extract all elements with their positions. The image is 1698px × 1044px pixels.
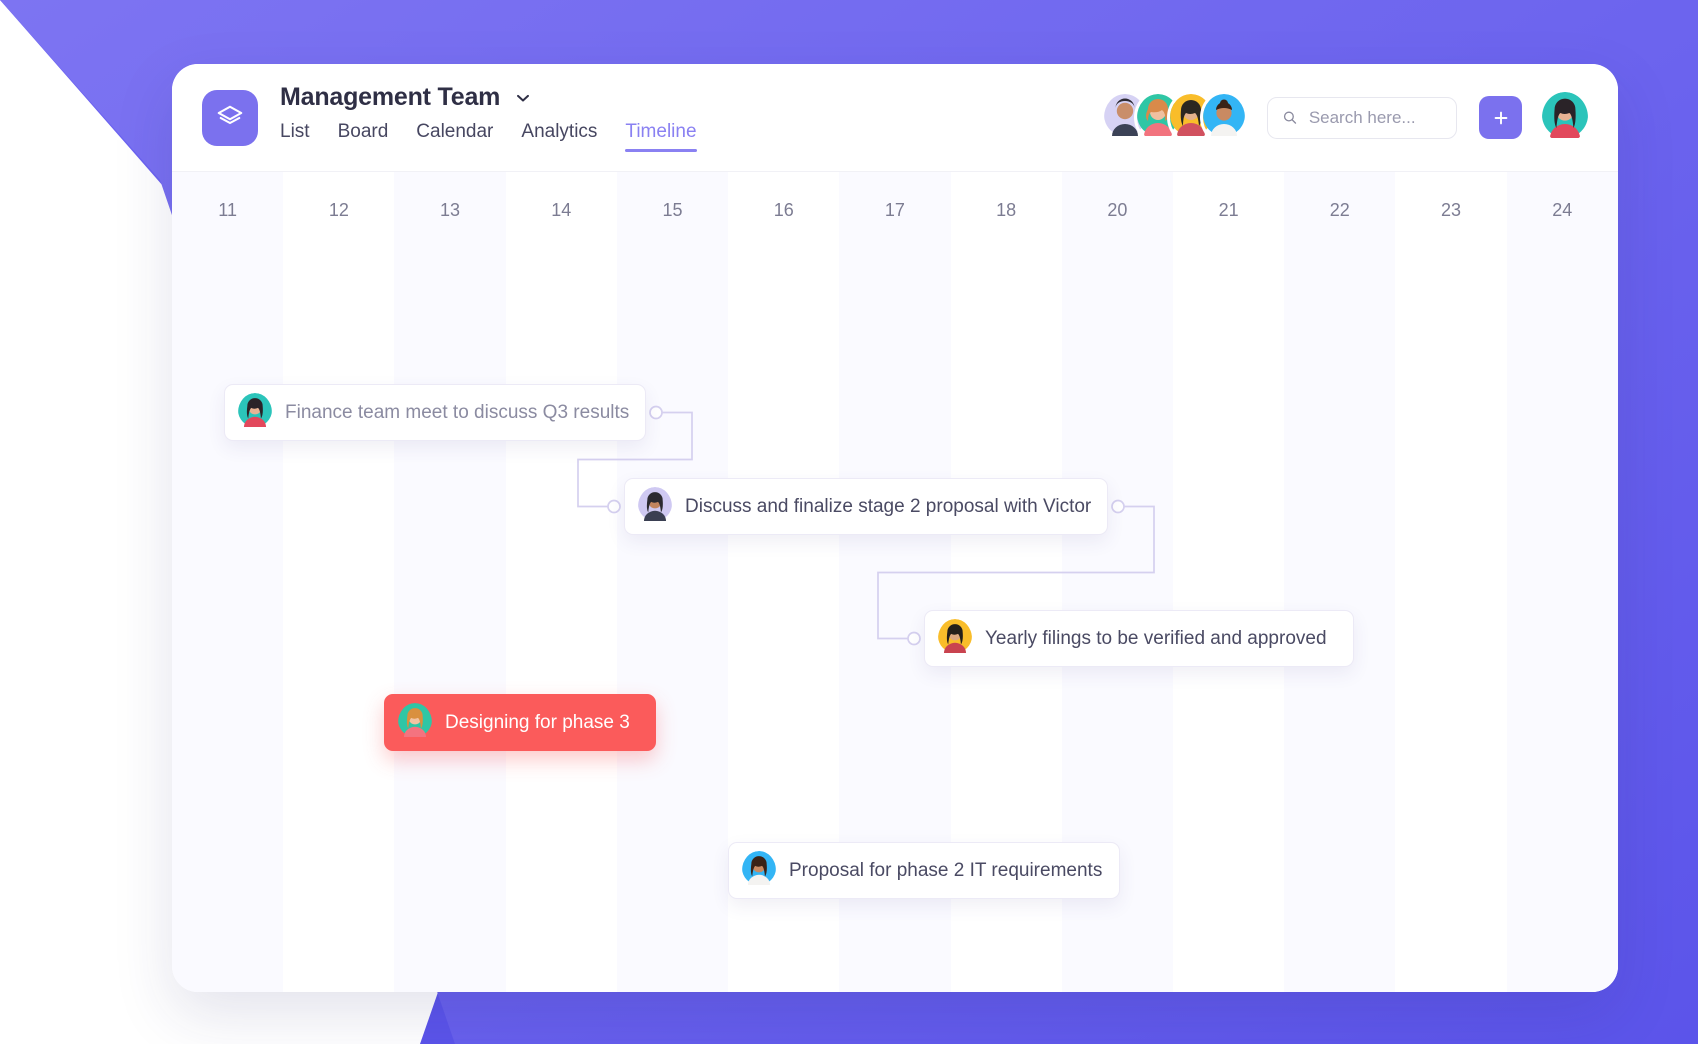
task-yearly-filings[interactable]: Yearly filings to be verified and approv…: [924, 610, 1354, 667]
timeline-canvas[interactable]: 11 12 13 14 15 16 17 18 20 21 22 23 24 Finance team …: [172, 172, 1618, 992]
search-icon: [1283, 111, 1297, 124]
tab-calendar[interactable]: Calendar: [416, 121, 493, 152]
header-actions: [1104, 92, 1588, 143]
plus-icon: [1494, 111, 1507, 124]
task-label: Finance team meet to discuss Q3 results: [285, 401, 630, 423]
app-window: Management Team List Board Calendar Anal…: [172, 64, 1618, 992]
member-avatar-4[interactable]: [1203, 94, 1245, 141]
tab-analytics[interactable]: Analytics: [521, 121, 597, 152]
task-finance-meet[interactable]: Finance team meet to discuss Q3 results: [224, 384, 646, 441]
task-avatar-stage2: [638, 487, 672, 526]
task-avatar-filings: [938, 619, 972, 658]
task-avatar-it: [742, 851, 776, 890]
task-label: Designing for phase 3: [445, 711, 630, 733]
search-box[interactable]: [1267, 96, 1457, 139]
add-button[interactable]: [1479, 96, 1522, 139]
task-label: Discuss and finalize stage 2 proposal wi…: [685, 495, 1092, 517]
task-phase2-it[interactable]: Proposal for phase 2 IT requirements: [728, 842, 1120, 899]
title-row: Management Team: [280, 83, 697, 112]
tab-board[interactable]: Board: [338, 121, 389, 152]
task-designing-phase3[interactable]: Designing for phase 3: [384, 694, 656, 751]
app-logo[interactable]: [202, 89, 258, 146]
title-and-tabs: Management Team List Board Calendar Anal…: [280, 83, 697, 152]
tab-list[interactable]: List: [280, 121, 310, 152]
chevron-down-icon[interactable]: [513, 88, 533, 108]
screen: Management Team List Board Calendar Anal…: [0, 0, 1698, 1044]
layers-icon: [217, 105, 243, 124]
tab-timeline[interactable]: Timeline: [625, 121, 697, 152]
app-header: Management Team List Board Calendar Anal…: [172, 64, 1618, 172]
task-label: Yearly filings to be verified and approv…: [985, 627, 1327, 649]
view-tabs: List Board Calendar Analytics Timeline: [280, 121, 697, 152]
task-label: Proposal for phase 2 IT requirements: [789, 859, 1103, 881]
search-input[interactable]: [1308, 107, 1442, 128]
current-user-avatar[interactable]: [1542, 92, 1588, 143]
member-avatar-stack: [1104, 94, 1245, 141]
task-stage2-proposal[interactable]: Discuss and finalize stage 2 proposal wi…: [624, 478, 1108, 535]
task-bars: Finance team meet to discuss Q3 results D…: [172, 172, 1618, 992]
task-avatar-design: [398, 703, 432, 742]
page-title: Management Team: [280, 83, 501, 111]
task-avatar-finance: [238, 393, 272, 432]
